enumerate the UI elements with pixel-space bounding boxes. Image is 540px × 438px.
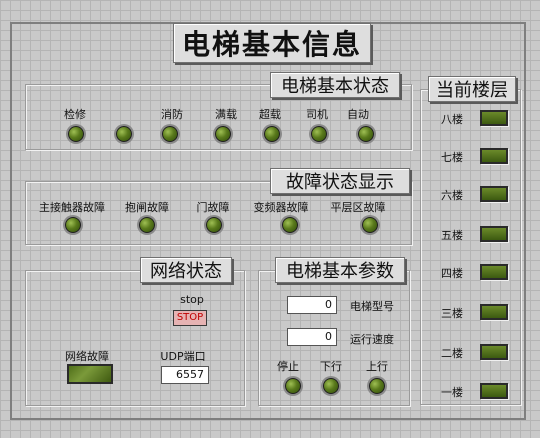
network-title: 网络状态 xyxy=(140,257,232,283)
fault-label-brake: 抱闸故障 xyxy=(125,201,169,214)
speed-label: 运行速度 xyxy=(350,333,394,346)
floor-indicator-7 xyxy=(480,148,508,164)
status-label-auto: 自动 xyxy=(347,108,369,121)
fault-led-inverter xyxy=(282,217,298,233)
fault-led-leveling xyxy=(362,217,378,233)
floor-indicator-8 xyxy=(480,110,508,126)
floor-indicator-5 xyxy=(480,226,508,242)
floor-label-4: 四楼 xyxy=(441,267,463,280)
floor-indicator-2 xyxy=(480,344,508,360)
status-label-fire: 消防 xyxy=(161,108,183,121)
floors-title: 当前楼层 xyxy=(428,76,516,102)
network-fault-indicator xyxy=(67,364,113,384)
model-field[interactable]: 0 xyxy=(287,296,337,314)
stop-label: stop xyxy=(180,293,204,306)
udp-port-input[interactable]: 6557 xyxy=(161,366,209,384)
fault-led-door xyxy=(206,217,222,233)
dir-led-stop xyxy=(285,378,301,394)
floor-indicator-6 xyxy=(480,186,508,202)
params-title: 电梯基本参数 xyxy=(275,257,405,283)
status-led-overload xyxy=(264,126,280,142)
dir-led-up xyxy=(369,378,385,394)
network-group xyxy=(25,270,245,406)
speed-field[interactable]: 0 xyxy=(287,328,337,346)
dir-label-stop: 停止 xyxy=(277,360,299,373)
floor-label-8: 八楼 xyxy=(441,113,463,126)
status-label-driver: 司机 xyxy=(306,108,328,121)
dir-label-up: 上行 xyxy=(366,360,388,373)
fault-led-brake xyxy=(139,217,155,233)
floor-label-7: 七楼 xyxy=(441,151,463,164)
fault-label-inverter: 变频器故障 xyxy=(253,201,309,214)
status-title: 电梯基本状态 xyxy=(270,72,400,98)
udp-port-label: UDP端口 xyxy=(160,350,206,363)
status-led-fullload xyxy=(215,126,231,142)
floor-label-3: 三楼 xyxy=(441,307,463,320)
status-led-fire xyxy=(162,126,178,142)
floor-indicator-1 xyxy=(480,383,508,399)
fault-label-leveling: 平层区故障 xyxy=(330,201,386,214)
dir-label-down: 下行 xyxy=(320,360,342,373)
fault-label-door: 门故障 xyxy=(196,201,230,214)
page-title: 电梯基本信息 xyxy=(173,23,371,63)
status-led-spare xyxy=(116,126,132,142)
status-label-overload: 超载 xyxy=(259,108,281,121)
dir-led-down xyxy=(323,378,339,394)
floor-label-5: 五楼 xyxy=(441,229,463,242)
floor-label-1: 一楼 xyxy=(441,386,463,399)
floor-indicator-4 xyxy=(480,264,508,280)
fault-label-contactor: 主接触器故障 xyxy=(39,201,105,214)
floor-indicator-3 xyxy=(480,304,508,320)
status-led-driver xyxy=(311,126,327,142)
elevator-panel: 电梯基本信息 电梯基本状态 自动 司机 超载 满载 消防 检修 故障状态显示 平… xyxy=(0,0,540,438)
model-label: 电梯型号 xyxy=(350,300,394,313)
fault-led-contactor xyxy=(65,217,81,233)
status-label-maintenance: 检修 xyxy=(64,108,86,121)
network-fault-label: 网络故障 xyxy=(65,350,109,363)
status-label-fullload: 满载 xyxy=(215,108,237,121)
floor-label-2: 二楼 xyxy=(441,347,463,360)
floor-label-6: 六楼 xyxy=(441,189,463,202)
stop-button[interactable]: STOP xyxy=(173,310,207,326)
status-led-auto xyxy=(358,126,374,142)
faults-title: 故障状态显示 xyxy=(270,168,410,194)
status-led-maintenance xyxy=(68,126,84,142)
